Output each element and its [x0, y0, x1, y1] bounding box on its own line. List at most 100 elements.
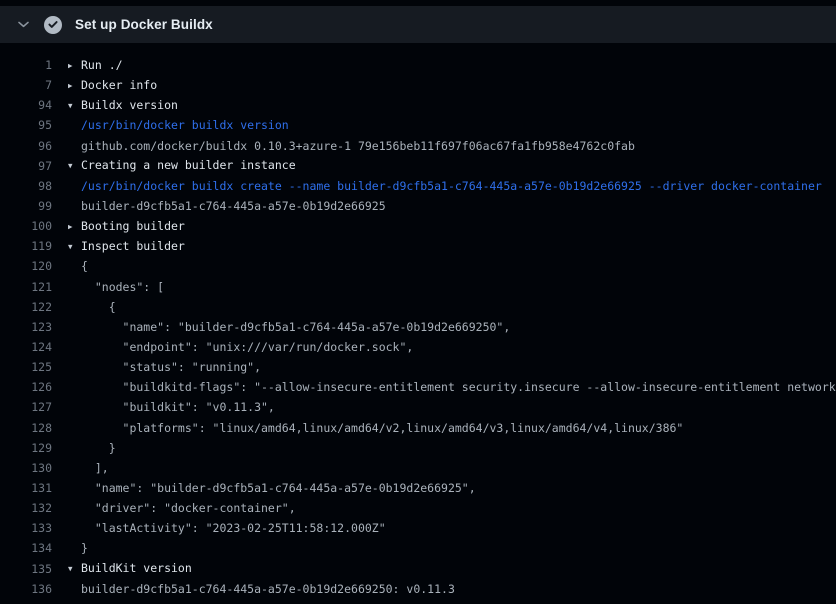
log-line: 1 ▶Run ./: [0, 55, 836, 75]
log-line: 95 /usr/bin/docker buildx version: [0, 115, 836, 135]
log-line: 7 ▶Docker info: [0, 75, 836, 95]
log-lines: 1 ▶Run ./ 7 ▶Docker info 94 ▼Buildx vers…: [0, 43, 836, 604]
expand-group-icon[interactable]: ▶: [68, 56, 81, 76]
log-line-content: {: [68, 297, 836, 317]
log-line-content: "nodes": [: [68, 277, 836, 297]
log-line: 122 {: [0, 297, 836, 317]
line-number[interactable]: 96: [0, 136, 52, 156]
line-number[interactable]: 120: [0, 256, 52, 276]
line-number[interactable]: 134: [0, 538, 52, 558]
log-line: 119 ▼Inspect builder: [0, 236, 836, 256]
log-line: 100 ▶Booting builder: [0, 216, 836, 236]
line-number[interactable]: 95: [0, 115, 52, 135]
line-number[interactable]: 122: [0, 297, 52, 317]
log-line: 96 github.com/docker/buildx 0.10.3+azure…: [0, 136, 836, 156]
line-number[interactable]: 130: [0, 458, 52, 478]
log-line-content: "status": "running",: [68, 357, 836, 377]
collapse-group-icon[interactable]: ▼: [68, 237, 81, 257]
line-number[interactable]: 99: [0, 196, 52, 216]
expand-group-icon[interactable]: ▶: [68, 76, 81, 96]
step-title: Set up Docker Buildx: [75, 17, 213, 32]
line-number[interactable]: 129: [0, 438, 52, 458]
log-line-content: {: [68, 256, 836, 276]
line-number[interactable]: 125: [0, 357, 52, 377]
log-line: 99 builder-d9cfb5a1-c764-445a-a57e-0b19d…: [0, 196, 836, 216]
log-line: 133 "lastActivity": "2023-02-25T11:58:12…: [0, 518, 836, 538]
log-line-content[interactable]: ▼BuildKit version: [68, 558, 836, 579]
log-line-content: }: [68, 538, 836, 558]
log-line-content[interactable]: ▼Buildx version: [68, 95, 836, 116]
log-line-content[interactable]: ▶Run ./: [68, 55, 836, 76]
log-line-content: "lastActivity": "2023-02-25T11:58:12.000…: [68, 518, 836, 538]
check-circle-icon: [44, 16, 62, 34]
line-number[interactable]: 98: [0, 176, 52, 196]
log-line: 124 "endpoint": "unix:///var/run/docker.…: [0, 337, 836, 357]
line-number[interactable]: 132: [0, 498, 52, 518]
log-line-content[interactable]: ▶Docker info: [68, 75, 836, 96]
line-number[interactable]: 128: [0, 418, 52, 438]
log-line: 136 builder-d9cfb5a1-c764-445a-a57e-0b19…: [0, 579, 836, 599]
log-line-content: /usr/bin/docker buildx version: [68, 115, 836, 135]
group-title[interactable]: Buildx version: [81, 98, 178, 112]
log-line: 121 "nodes": [: [0, 277, 836, 297]
log-line-content: /usr/bin/docker buildx create --name bui…: [68, 176, 836, 196]
step-header[interactable]: Set up Docker Buildx: [0, 6, 836, 43]
line-number[interactable]: 119: [0, 236, 52, 256]
log-line: 128 "platforms": "linux/amd64,linux/amd6…: [0, 418, 836, 438]
expand-group-icon[interactable]: ▶: [68, 217, 81, 237]
log-line-content: "buildkitd-flags": "--allow-insecure-ent…: [68, 377, 836, 397]
line-number[interactable]: 7: [0, 75, 52, 95]
log-line: 125 "status": "running",: [0, 357, 836, 377]
log-line-content[interactable]: ▼Inspect builder: [68, 236, 836, 257]
line-number[interactable]: 124: [0, 337, 52, 357]
line-number[interactable]: 136: [0, 579, 52, 599]
log-line: 97 ▼Creating a new builder instance: [0, 156, 836, 176]
group-title[interactable]: Creating a new builder instance: [81, 158, 296, 172]
log-line: 123 "name": "builder-d9cfb5a1-c764-445a-…: [0, 317, 836, 337]
group-title[interactable]: Booting builder: [81, 219, 185, 233]
line-number[interactable]: 1: [0, 55, 52, 75]
line-number[interactable]: 94: [0, 95, 52, 115]
log-line-content[interactable]: ▶Booting builder: [68, 216, 836, 237]
log-line-content: "name": "builder-d9cfb5a1-c764-445a-a57e…: [68, 317, 836, 337]
log-line-content: "name": "builder-d9cfb5a1-c764-445a-a57e…: [68, 478, 836, 498]
log-line: 126 "buildkitd-flags": "--allow-insecure…: [0, 377, 836, 397]
log-line-content: "endpoint": "unix:///var/run/docker.sock…: [68, 337, 836, 357]
collapse-group-icon[interactable]: ▼: [68, 559, 81, 579]
line-number[interactable]: 100: [0, 216, 52, 236]
line-number[interactable]: 131: [0, 478, 52, 498]
group-title[interactable]: BuildKit version: [81, 561, 192, 575]
line-number[interactable]: 135: [0, 559, 52, 579]
log-line-content: "platforms": "linux/amd64,linux/amd64/v2…: [68, 418, 836, 438]
log-line: 132 "driver": "docker-container",: [0, 498, 836, 518]
log-line-content: builder-d9cfb5a1-c764-445a-a57e-0b19d2e6…: [68, 196, 836, 216]
log-line: 129 }: [0, 438, 836, 458]
log-line-content: "driver": "docker-container",: [68, 498, 836, 518]
log-line-content: builder-d9cfb5a1-c764-445a-a57e-0b19d2e6…: [68, 579, 836, 599]
log-line: 94 ▼Buildx version: [0, 95, 836, 115]
collapse-group-icon[interactable]: ▼: [68, 156, 81, 176]
log-line: 120 {: [0, 256, 836, 276]
log-line: 127 "buildkit": "v0.11.3",: [0, 397, 836, 417]
collapse-group-icon[interactable]: ▼: [68, 96, 81, 116]
line-number[interactable]: 123: [0, 317, 52, 337]
group-title[interactable]: Inspect builder: [81, 239, 185, 253]
log-line: 130 ],: [0, 458, 836, 478]
line-number[interactable]: 97: [0, 156, 52, 176]
log-line: 135 ▼BuildKit version: [0, 559, 836, 579]
chevron-down-icon[interactable]: [16, 17, 31, 32]
line-number[interactable]: 127: [0, 397, 52, 417]
line-number[interactable]: 126: [0, 377, 52, 397]
log-line-content: github.com/docker/buildx 0.10.3+azure-1 …: [68, 136, 836, 156]
line-number[interactable]: 121: [0, 277, 52, 297]
log-line-content: "buildkit": "v0.11.3",: [68, 397, 836, 417]
log-line-content: }: [68, 438, 836, 458]
line-number[interactable]: 133: [0, 518, 52, 538]
log-line-content: ],: [68, 458, 836, 478]
group-title[interactable]: Docker info: [81, 78, 157, 92]
group-title[interactable]: Run ./: [81, 58, 123, 72]
log-line-content[interactable]: ▼Creating a new builder instance: [68, 155, 836, 176]
log-line: 131 "name": "builder-d9cfb5a1-c764-445a-…: [0, 478, 836, 498]
log-line: 98 /usr/bin/docker buildx create --name …: [0, 176, 836, 196]
log-line: 134 }: [0, 538, 836, 558]
